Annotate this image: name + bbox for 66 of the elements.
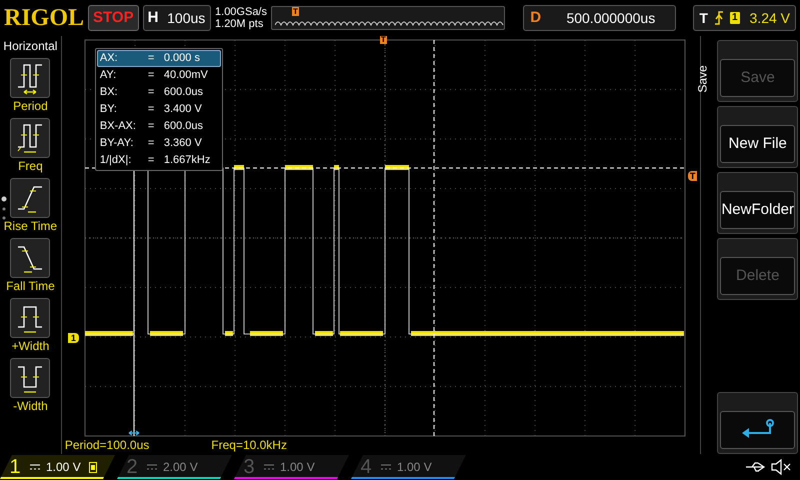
channel-scale: 1.00 V [46, 459, 81, 476]
measure-button[interactable] [10, 118, 50, 158]
trigger-source-badge: 1 [730, 12, 740, 24]
channel-number: 4 [359, 457, 373, 477]
trigger-level: 3.24 V [750, 8, 790, 28]
cursor-readout-line: BY-AY: = 3.360 V [98, 136, 203, 151]
dc-coupling-icon [381, 464, 391, 470]
dc-coupling-icon [147, 464, 157, 470]
channel-number: 3 [242, 457, 256, 477]
back-button[interactable] [717, 392, 798, 454]
rising-edge-icon [714, 11, 724, 25]
measure-label: +Width [12, 338, 50, 354]
measure-button[interactable] [10, 358, 50, 398]
channel-offset-marker: 1 [68, 333, 79, 343]
return-arrow-icon [740, 419, 776, 441]
channel-tab[interactable]: 3 1.00 V [234, 455, 349, 479]
cursor-readout-line: BX: = 600.0us [98, 85, 204, 100]
dc-coupling-icon [30, 464, 40, 470]
trigger-position-marker: T [292, 7, 299, 16]
memory-depth: 1.20M pts [215, 18, 264, 30]
measure-button[interactable] [10, 58, 50, 98]
measurement-readout: Freq=10.0kHz [211, 438, 287, 452]
timebase-label: H [146, 8, 160, 28]
channel-scale: 1.00 V [280, 459, 315, 476]
measure-label: Period [13, 98, 48, 114]
cursor-readout-line: BY: = 3.400 V [98, 102, 203, 117]
timebase-value: 100us [166, 8, 206, 28]
trigger-label: T [699, 8, 708, 28]
menu-button[interactable]: NewFolder [717, 172, 798, 234]
run-state-indicator[interactable]: STOP [88, 5, 139, 31]
delay-value: 500.000000us [565, 8, 656, 28]
timebase-box[interactable]: H 100us [142, 5, 212, 31]
trigger-box[interactable]: T 1 3.24 V [693, 5, 796, 31]
delay-label: D [529, 8, 542, 28]
channel-number: 2 [125, 457, 139, 477]
cursor-readout-line: BX-AX: = 600.0us [98, 119, 204, 134]
usb-icon [744, 461, 766, 473]
channel-number: 1 [8, 457, 22, 477]
cursor-readout-line: 1/|dX|: = 1.667kHz [98, 153, 212, 168]
trigger-position-marker: T [380, 36, 387, 44]
measure-button[interactable] [10, 298, 50, 338]
measure-label: Rise Time [4, 218, 58, 234]
trigger-level-marker: T [688, 171, 698, 181]
menu-button[interactable]: New File [717, 106, 798, 168]
channel-tab[interactable]: 4 1.00 V [351, 455, 466, 479]
measure-button[interactable] [10, 238, 50, 278]
cursor-handle-icon [128, 430, 140, 436]
sidebar-title: Horizontal [3, 38, 58, 54]
dc-coupling-icon [264, 464, 274, 470]
channel-scale: 2.00 V [163, 459, 198, 476]
delay-box[interactable]: D 500.000000us [523, 5, 676, 31]
measure-label: Freq [18, 158, 43, 174]
cursor-readout-line: AY: = 40.00mV [98, 68, 209, 83]
channel-scale: 1.00 V [397, 459, 432, 476]
menu-title: Save [696, 65, 710, 93]
page-dots-icon [1, 196, 7, 222]
brand-logo: RIGOL [4, 6, 84, 30]
channel-tab[interactable]: 2 2.00 V [117, 455, 232, 479]
speaker-muted-icon [770, 459, 792, 475]
sample-rate: 1.00GSa/s [215, 6, 267, 18]
bandwidth-limit-icon [88, 462, 97, 472]
measure-label: Fall Time [6, 278, 55, 294]
measure-label: -Width [13, 398, 48, 414]
measure-button[interactable] [10, 178, 50, 218]
channel-tab[interactable]: 1 1.00 V [0, 455, 115, 479]
measurement-readout: Period=100.0us [64, 438, 150, 452]
